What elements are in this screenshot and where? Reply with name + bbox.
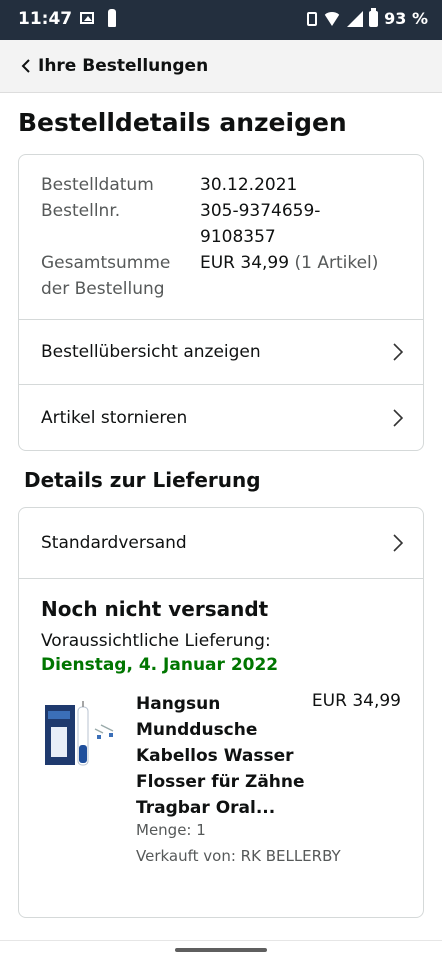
cancel-items-label: Artikel stornieren xyxy=(41,407,188,428)
chevron-right-icon xyxy=(391,408,405,428)
back-navigation[interactable]: Ihre Bestellungen xyxy=(0,40,442,93)
vibrate-icon xyxy=(307,11,318,26)
expected-delivery-label: Voraussichtliche Lieferung: xyxy=(41,631,271,651)
delivery-card: Standardversand Noch nicht versandt Vora… xyxy=(18,507,424,918)
order-item[interactable]: Hangsun Munddusche Kabellos Wasser Floss… xyxy=(41,691,401,881)
product-seller: Verkauft von: RK BELLERBY xyxy=(136,847,341,865)
product-title-link[interactable]: Hangsun Munddusche Kabellos Wasser Floss… xyxy=(136,691,306,821)
wifi-icon xyxy=(323,11,342,26)
image-notification-icon xyxy=(80,12,94,24)
order-total-label-line2: der Bestellung xyxy=(41,279,165,299)
order-total-label: Gesamtsumme der Bestellung xyxy=(41,250,170,302)
order-total-label-line1: Gesamtsumme xyxy=(41,253,171,273)
view-order-summary-label: Bestellübersicht anzeigen xyxy=(41,342,261,362)
nav-divider xyxy=(0,940,442,941)
view-order-summary-link[interactable]: Bestellübersicht anzeigen xyxy=(19,320,423,385)
shipment-status: Noch nicht versandt Voraussichtliche Lie… xyxy=(19,579,423,881)
chevron-right-icon xyxy=(391,533,405,553)
order-date-value: 30.12.2021 xyxy=(200,175,298,195)
status-time: 11:47 xyxy=(18,9,73,29)
order-total-amount: EUR 34,99 xyxy=(200,253,290,273)
battery-percent: 93 % xyxy=(384,9,428,28)
product-image[interactable] xyxy=(41,699,121,769)
battery-icon xyxy=(369,7,379,27)
signal-icon xyxy=(347,10,364,27)
order-summary: Bestelldatum 30.12.2021 Bestellnr. 305-9… xyxy=(19,155,423,320)
order-item-count: (1 Artikel) xyxy=(294,253,379,273)
order-number-label: Bestellnr. xyxy=(41,201,121,221)
shipment-status-title: Noch nicht versandt xyxy=(41,597,269,621)
expected-delivery-date: Dienstag, 4. Januar 2022 xyxy=(41,655,279,675)
product-quantity: Menge: 1 xyxy=(136,821,206,839)
usb-notification-icon xyxy=(108,9,116,27)
status-bar: 11:47 93 % xyxy=(0,0,442,40)
shipping-method-link[interactable]: Standardversand xyxy=(19,508,423,579)
back-link-label[interactable]: Ihre Bestellungen xyxy=(38,56,208,76)
order-number-value: 305-9374659- 9108357 xyxy=(200,198,410,250)
delivery-section-title: Details zur Lieferung xyxy=(24,468,261,492)
chevron-right-icon xyxy=(391,342,405,362)
product-price: EUR 34,99 xyxy=(311,691,401,711)
chevron-left-icon[interactable] xyxy=(18,58,34,74)
status-icons: 93 % xyxy=(307,7,428,28)
home-indicator[interactable] xyxy=(175,948,267,952)
cancel-items-link[interactable]: Artikel stornieren xyxy=(19,385,423,450)
page-title: Bestelldetails anzeigen xyxy=(18,108,347,137)
order-total-value: EUR 34,99 (1 Artikel) xyxy=(200,250,410,276)
shipping-method-label: Standardversand xyxy=(41,533,187,553)
order-number-line2: 9108357 xyxy=(200,227,276,247)
order-date-label: Bestelldatum xyxy=(41,175,154,195)
order-info-card: Bestelldatum 30.12.2021 Bestellnr. 305-9… xyxy=(18,154,424,451)
order-number-line1: 305-9374659- xyxy=(200,201,321,221)
